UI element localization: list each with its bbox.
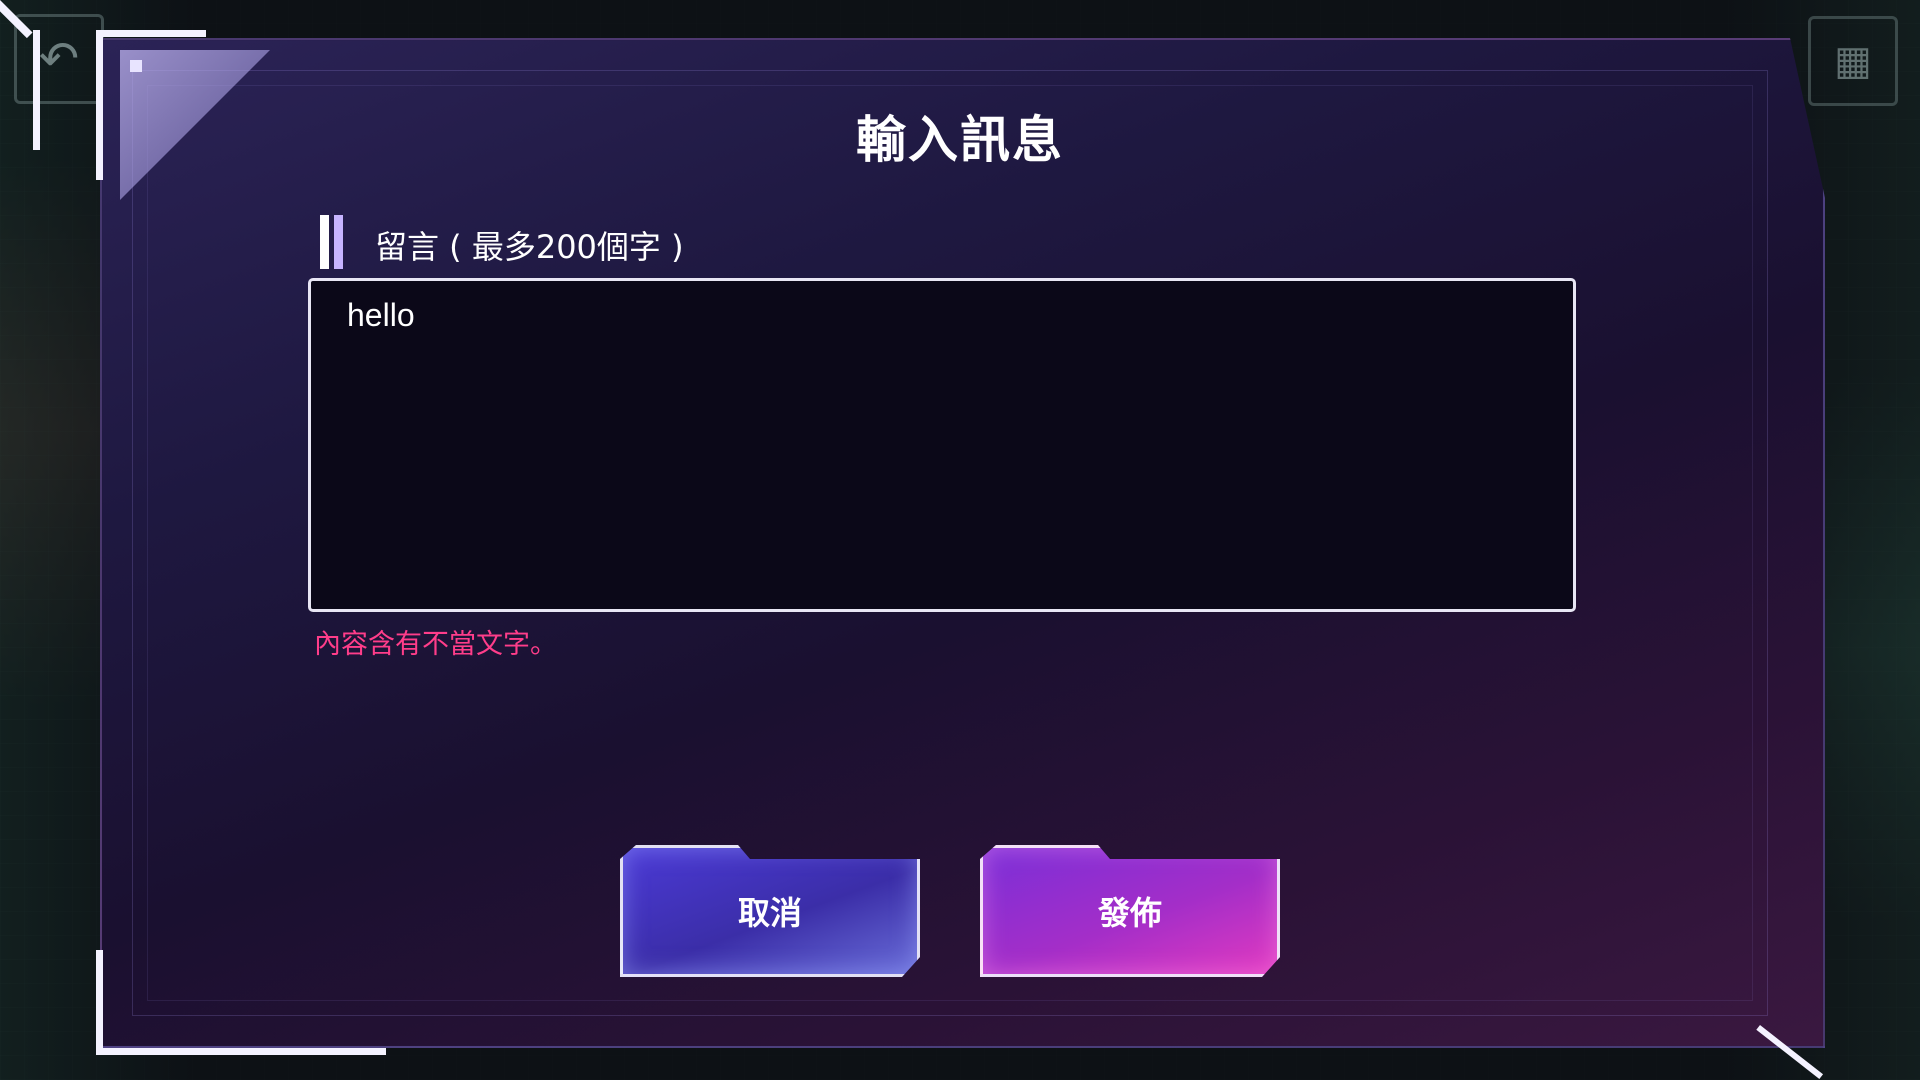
- error-message: 內容含有不當文字。: [314, 629, 557, 660]
- publish-button[interactable]: 發佈: [980, 845, 1280, 977]
- field-marker-icon: [320, 215, 348, 269]
- grid-menu-icon[interactable]: ▦: [1808, 16, 1898, 106]
- corner-bracket-bottom-left: [96, 950, 386, 1055]
- cancel-button[interactable]: 取消: [620, 845, 920, 977]
- message-field-label: 留言 ( 最多200個字 ): [375, 228, 684, 266]
- message-textarea[interactable]: hello: [308, 278, 1576, 612]
- dialog-title: 輸入訊息: [856, 111, 1064, 169]
